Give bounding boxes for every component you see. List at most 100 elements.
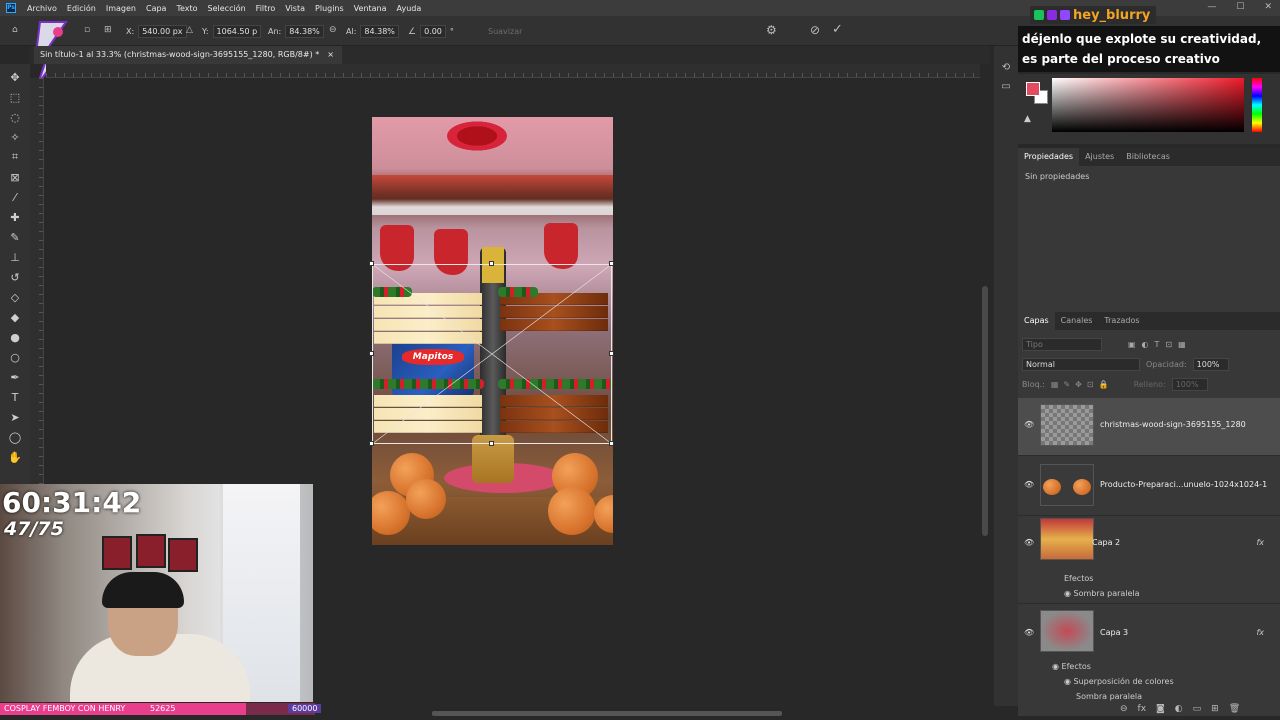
layer-row[interactable]: 👁 Producto-Preparaci...unuelo-1024x1024-… — [1018, 456, 1280, 516]
effects-label[interactable]: ◉ Efectos — [1052, 662, 1091, 671]
eye-icon[interactable]: 👁 — [1024, 420, 1034, 429]
minimize-icon[interactable]: — — [1207, 2, 1216, 12]
link-layers-icon[interactable]: ⊖ — [1120, 704, 1128, 714]
menu-plugins[interactable]: Plugins — [310, 4, 349, 13]
tab-canales[interactable]: Canales — [1055, 312, 1099, 330]
eyedropper-icon[interactable]: ⁄ — [4, 188, 26, 206]
fx-icon[interactable]: fx — [1138, 704, 1147, 714]
fill-input[interactable]: 100% — [1171, 378, 1208, 391]
healing-icon[interactable]: ✚ — [4, 208, 26, 226]
tab-propiedades[interactable]: Propiedades — [1018, 148, 1080, 166]
tab-close-icon[interactable]: × — [327, 46, 334, 64]
transform-handle[interactable] — [369, 261, 374, 266]
eye-icon[interactable]: ◉ — [1064, 677, 1071, 686]
reference-point-icon[interactable]: ▫ — [84, 25, 90, 35]
menu-edicion[interactable]: Edición — [62, 4, 101, 13]
commit-icon[interactable]: ✓ — [832, 22, 843, 37]
crop-icon[interactable]: ⌗ — [4, 148, 26, 166]
hue-slider[interactable] — [1252, 78, 1262, 132]
history-brush-icon[interactable]: ↺ — [4, 268, 26, 286]
eye-icon[interactable]: ◉ — [1064, 589, 1071, 598]
tab-capas[interactable]: Capas — [1018, 312, 1055, 330]
effect-item[interactable]: Sombra paralela — [1076, 692, 1142, 701]
eraser-icon[interactable]: ◇ — [4, 288, 26, 306]
maximize-icon[interactable]: ☐ — [1236, 2, 1244, 12]
eye-icon[interactable]: 👁 — [1024, 480, 1034, 489]
path-select-icon[interactable]: ➤ — [4, 408, 26, 426]
fx-badge[interactable]: fx — [1256, 628, 1264, 637]
transform-handle[interactable] — [489, 261, 494, 266]
blend-mode-select[interactable]: Normal — [1022, 358, 1140, 371]
frame-icon[interactable]: ⊠ — [4, 168, 26, 186]
brush-icon[interactable]: ✎ — [4, 228, 26, 246]
effect-item[interactable]: ◉ Superposición de colores — [1064, 677, 1174, 686]
color-picker-field[interactable] — [1052, 78, 1244, 132]
transform-handle[interactable] — [609, 351, 614, 356]
transform-handle[interactable] — [369, 441, 374, 446]
trash-icon[interactable]: 🗑 — [1229, 704, 1240, 714]
width-input[interactable]: 84.38% — [285, 25, 324, 38]
tab-ajustes[interactable]: Ajustes — [1079, 148, 1120, 166]
fx-badge[interactable]: fx — [1256, 538, 1264, 547]
layer-row[interactable]: 👁 Capa 2 fx Efectos ◉ Sombra paralela — [1018, 516, 1280, 604]
layer-name[interactable]: Capa 3 — [1100, 628, 1128, 637]
document-tab[interactable]: Sin título-1 al 33.3% (christmas-wood-si… — [34, 46, 342, 64]
delta-icon[interactable]: △ — [186, 25, 193, 35]
menu-seleccion[interactable]: Selección — [203, 4, 251, 13]
menu-capa[interactable]: Capa — [141, 4, 171, 13]
effect-item[interactable]: ◉ Sombra paralela — [1064, 589, 1140, 598]
eye-icon[interactable]: 👁 — [1024, 628, 1034, 637]
lock-icons[interactable]: ▦✎✥⊡🔒 — [1051, 380, 1114, 389]
eye-icon[interactable]: ◉ — [1052, 662, 1059, 671]
history-icon[interactable]: ⟲ — [1002, 62, 1010, 73]
new-layer-icon[interactable]: ⊞ — [1211, 704, 1219, 714]
menu-ventana[interactable]: Ventana — [349, 4, 392, 13]
tab-bibliotecas[interactable]: Bibliotecas — [1120, 148, 1176, 166]
vertical-scrollbar[interactable] — [982, 286, 988, 536]
horizontal-scrollbar[interactable] — [432, 711, 782, 716]
comment-icon[interactable]: ▭ — [1001, 81, 1010, 92]
opacity-input[interactable]: 100% — [1192, 358, 1229, 371]
menu-imagen[interactable]: Imagen — [101, 4, 141, 13]
layer-search-input[interactable]: Tipo — [1022, 338, 1102, 351]
transform-handle[interactable] — [609, 441, 614, 446]
transform-handle[interactable] — [369, 351, 374, 356]
shape-icon[interactable]: ◯ — [4, 428, 26, 446]
menu-ayuda[interactable]: Ayuda — [392, 4, 427, 13]
type-icon[interactable]: T — [4, 388, 26, 406]
pen-icon[interactable]: ✒ — [4, 368, 26, 386]
angle-input[interactable]: 0.00 — [420, 25, 446, 38]
menu-vista[interactable]: Vista — [280, 4, 310, 13]
lasso-icon[interactable]: ◌ — [4, 108, 26, 126]
warp-icon[interactable]: ⚙ — [766, 23, 777, 37]
tab-trazados[interactable]: Trazados — [1098, 312, 1145, 330]
layer-name[interactable]: Capa 2 — [1092, 538, 1120, 547]
layer-row[interactable]: 👁 Capa 3 fx ◉ Efectos ◉ Superposición de… — [1018, 606, 1280, 716]
layer-row[interactable]: 👁 christmas-wood-sign-3695155_1280 — [1018, 398, 1280, 456]
marquee-icon[interactable]: ⬚ — [4, 88, 26, 106]
x-input[interactable]: 540.00 px — [138, 25, 187, 38]
hand-icon[interactable]: ✋ — [4, 448, 26, 466]
bucket-icon[interactable]: ◆ — [4, 308, 26, 326]
menu-filtro[interactable]: Filtro — [251, 4, 281, 13]
link-icon[interactable]: ⊖ — [329, 25, 337, 35]
reference-grid-icon[interactable]: ⊞ — [104, 25, 112, 35]
y-input[interactable]: 1064.50 p — [212, 25, 262, 38]
eye-icon[interactable]: 👁 — [1024, 538, 1034, 547]
group-icon[interactable]: ▭ — [1193, 704, 1202, 714]
stamp-icon[interactable]: ⊥ — [4, 248, 26, 266]
dodge-icon[interactable]: ○ — [4, 348, 26, 366]
move-icon[interactable]: ✥ — [4, 68, 26, 86]
close-icon[interactable]: ✕ — [1264, 2, 1272, 12]
blur-icon[interactable]: ● — [4, 328, 26, 346]
menu-texto[interactable]: Texto — [171, 4, 202, 13]
layer-name[interactable]: christmas-wood-sign-3695155_1280 — [1100, 420, 1246, 429]
foreground-color-swatch[interactable] — [1026, 82, 1040, 96]
cancel-icon[interactable]: ⊘ — [810, 23, 820, 37]
adjustment-icon[interactable]: ◐ — [1175, 704, 1183, 714]
transform-handle[interactable] — [609, 261, 614, 266]
magic-wand-icon[interactable]: ✧ — [4, 128, 26, 146]
menu-archivo[interactable]: Archivo — [22, 4, 62, 13]
height-input[interactable]: 84.38% — [360, 25, 399, 38]
transform-handle[interactable] — [489, 441, 494, 446]
